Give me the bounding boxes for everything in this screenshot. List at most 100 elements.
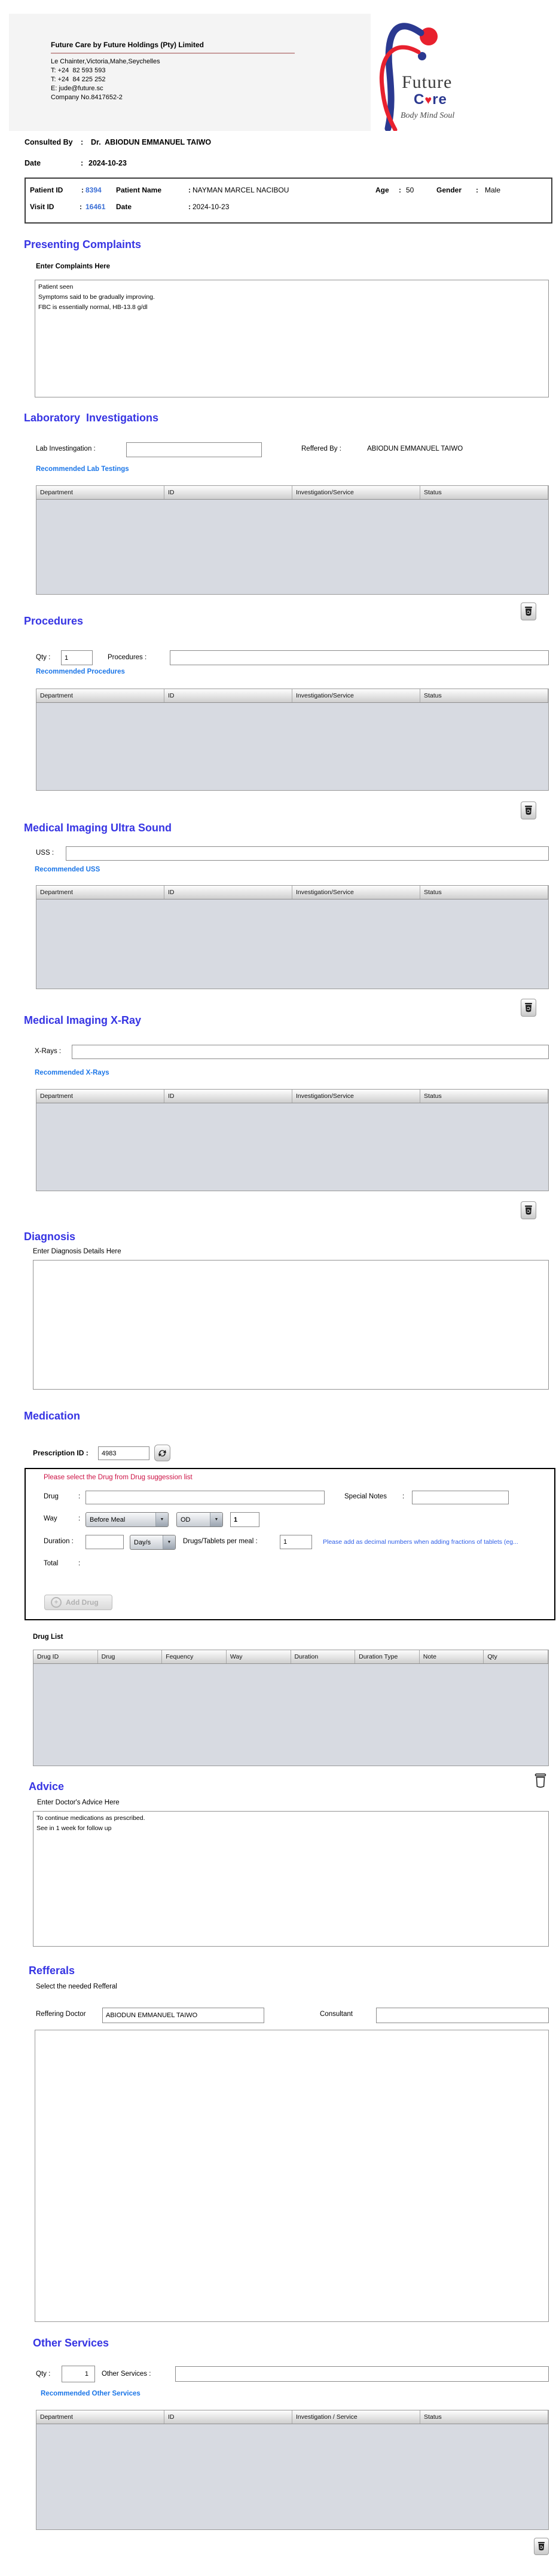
referrals-hint: Select the needed Refferal [36,1983,117,1990]
per-meal-label: Drugs/Tablets per meal : [183,1538,258,1545]
complaints-textarea[interactable]: Patient seen Symptoms said to be gradual… [35,280,549,397]
patient-name-label: Patient Name [116,186,162,194]
age-value: 50 [406,186,414,194]
prescription-id-input[interactable] [98,1446,149,1460]
recommended-other-services-link[interactable]: Recommended Other Services [41,2390,140,2397]
clear-xray-table-button[interactable] [521,1201,536,1219]
other-qty-label: Qty : [36,2370,51,2378]
add-drug-button[interactable]: + Add Drug [44,1595,112,1610]
section-title-other-services: Other Services [33,2337,109,2349]
chevron-down-icon: ▼ [210,1513,222,1526]
xray-col-id[interactable]: ID [164,1090,292,1103]
xray-col-investigation[interactable]: Investigation/Service [292,1090,420,1103]
visit-date-colon: : [188,203,191,211]
times-per-day-input[interactable] [230,1512,259,1527]
duration-input[interactable] [85,1535,124,1549]
drug-col-drug[interactable]: Drug [98,1650,163,1663]
procedures-col-id[interactable]: ID [164,689,292,702]
procedures-col-investigation[interactable]: Investigation/Service [292,689,420,702]
drug-col-frequency[interactable]: Fequency [162,1650,227,1663]
uss-label: USS : [36,849,54,856]
uss-col-department[interactable]: Department [36,886,164,899]
drug-col-way[interactable]: Way [227,1650,291,1663]
xray-input[interactable] [72,1045,549,1059]
advice-textarea[interactable]: To continue medications as prescribed. S… [33,1811,549,1947]
date-label: Date [25,159,41,167]
logo-tagline: Body Mind Soul [401,111,455,120]
visit-id-colon: : [80,203,82,211]
trash-icon [537,2542,545,2551]
procedures-col-department[interactable]: Department [36,689,164,702]
heart-icon: ♥ [424,94,433,107]
recommended-procedures-link[interactable]: Recommended Procedures [36,668,125,675]
lab-col-status[interactable]: Status [420,486,548,499]
drug-input[interactable] [85,1491,325,1504]
lab-col-investigation[interactable]: Investigation/Service [292,486,420,499]
xray-col-department[interactable]: Department [36,1090,164,1103]
referring-doctor-input[interactable] [102,2008,264,2023]
clear-drug-list-button[interactable] [531,1770,549,1791]
clear-uss-table-button[interactable] [521,999,536,1017]
other-col-id[interactable]: ID [164,2410,292,2424]
recommended-lab-testings-link[interactable]: Recommended Lab Testings [36,466,129,473]
uss-input[interactable] [66,846,549,861]
clear-other-services-table-button[interactable] [534,2538,549,2555]
procedures-input[interactable] [170,650,549,665]
drug-col-duration[interactable]: Duration [291,1650,356,1663]
duration-unit-select[interactable]: Day/s ▼ [130,1535,176,1550]
xray-col-status[interactable]: Status [420,1090,548,1103]
complaints-hint: Enter Complaints Here [36,263,110,270]
procedures-table-header: Department ID Investigation/Service Stat… [36,689,548,703]
diagnosis-textarea[interactable] [33,1260,549,1390]
recommended-uss-link[interactable]: Recommended USS [35,866,100,873]
visit-id-value: 16461 [85,203,106,211]
company-phone-2: T: +24 84 225 252 [51,76,106,83]
lab-investigation-input[interactable] [126,442,262,457]
section-title-laboratory-investigations: Laboratory Investigations [24,412,159,424]
other-qty-input[interactable] [62,2366,95,2382]
drug-col-qty[interactable]: Qty [484,1650,548,1663]
logo-wordmark-future: Future [402,72,453,92]
lab-col-id[interactable]: ID [164,486,292,499]
lab-col-department[interactable]: Department [36,486,164,499]
uss-col-status[interactable]: Status [420,886,548,899]
special-notes-colon: : [402,1493,405,1500]
other-col-status[interactable]: Status [420,2410,548,2424]
refresh-icon [158,1449,166,1457]
procedures-qty-input[interactable] [61,650,93,665]
plus-icon: + [51,1597,62,1608]
uss-col-investigation[interactable]: Investigation/Service [292,886,420,899]
company-email: E: jude@future.sc [51,85,103,92]
clear-procedures-table-button[interactable] [521,801,536,819]
patient-id-value: 8394 [85,186,102,194]
referral-list-box[interactable] [35,2030,549,2322]
recommended-xrays-link[interactable]: Recommended X-Rays [35,1069,109,1076]
drug-list-table: Drug ID Drug Fequency Way Duration Durat… [33,1650,549,1766]
consultant-input[interactable] [376,2008,549,2023]
consultation-report-page: Future Care by Future Holdings (Pty) Lim… [0,0,556,2576]
drug-col-note[interactable]: Note [420,1650,484,1663]
per-meal-input[interactable] [280,1535,312,1549]
gender-label: Gender [436,186,462,194]
procedures-col-status[interactable]: Status [420,689,548,702]
refresh-prescription-button[interactable] [154,1445,170,1461]
date-colon: : [81,159,84,167]
drug-col-id[interactable]: Drug ID [33,1650,98,1663]
section-title-medication: Medication [24,1410,81,1422]
other-col-investigation[interactable]: Investigation / Service [292,2410,420,2424]
frequency-select[interactable]: OD ▼ [176,1512,223,1527]
drug-col-duration-type[interactable]: Duration Type [355,1650,420,1663]
section-title-xray: Medical Imaging X-Ray [24,1014,142,1026]
company-logo: Future C♥re Body Mind Soul [371,14,493,131]
other-services-input[interactable] [175,2366,549,2382]
section-title-procedures: Procedures [24,615,84,627]
xray-table: Department ID Investigation/Service Stat… [36,1089,549,1191]
way-select[interactable]: Before Meal ▼ [85,1512,169,1527]
uss-col-id[interactable]: ID [164,886,292,899]
other-col-department[interactable]: Department [36,2410,164,2424]
visit-date-label: Date [116,203,132,211]
drug-label: Drug [44,1493,59,1500]
clear-lab-table-button[interactable] [521,602,536,620]
special-notes-input[interactable] [412,1491,509,1504]
trash-icon [525,1206,532,1215]
